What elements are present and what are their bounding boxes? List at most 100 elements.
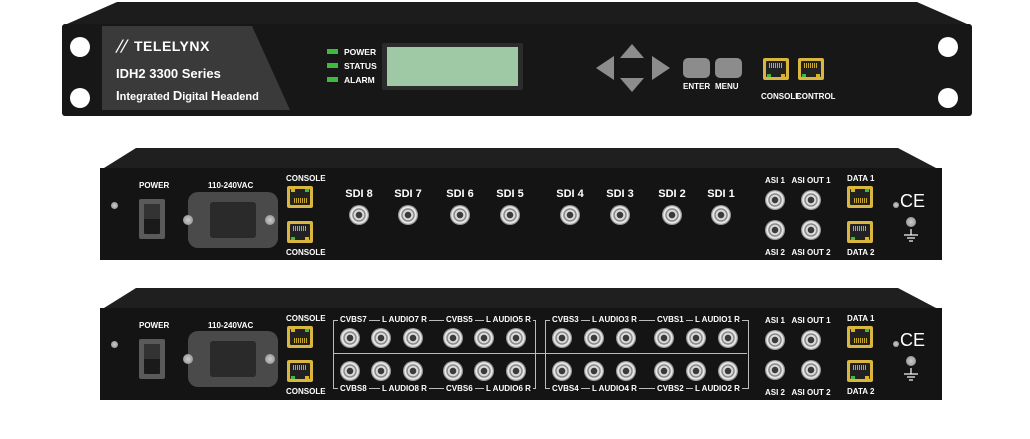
- ground-terminal: [906, 356, 916, 366]
- control-port-label: CONTROL: [796, 92, 836, 101]
- asi-out-1-connector[interactable]: [801, 190, 821, 210]
- audio2-left-connector[interactable]: [686, 361, 706, 381]
- ground-screw: [111, 202, 118, 209]
- data-1-label: DATA 1: [847, 174, 875, 183]
- enter-button-label: ENTER: [683, 82, 711, 91]
- console-port-top[interactable]: [287, 326, 313, 348]
- cvbs-label: CVBS7: [338, 315, 369, 324]
- ce-mark: CE: [900, 330, 926, 350]
- sdi-7-connector[interactable]: [398, 205, 418, 225]
- data-1-port[interactable]: [847, 186, 873, 208]
- cvbs2-connector[interactable]: [654, 361, 674, 381]
- asi-out-2-connector[interactable]: [801, 360, 821, 380]
- asi-out-2-label: ASI OUT 2: [791, 388, 831, 397]
- cvbs1-connector[interactable]: [654, 328, 674, 348]
- audio3-right-connector[interactable]: [616, 328, 636, 348]
- arrow-up-icon[interactable]: [620, 44, 644, 58]
- audio6-right-connector[interactable]: [506, 361, 526, 381]
- sdi-1-connector[interactable]: [711, 205, 731, 225]
- data-2-port[interactable]: [847, 360, 873, 382]
- audio5-right-connector[interactable]: [506, 328, 526, 348]
- audio4-right-connector[interactable]: [616, 361, 636, 381]
- sdi-3-connector[interactable]: [610, 205, 630, 225]
- data-2-label: DATA 2: [847, 248, 875, 257]
- audio7-right-connector[interactable]: [403, 328, 423, 348]
- audio-label: L AUDIO2 R: [693, 384, 742, 393]
- brand-name: TELELYNX: [134, 38, 210, 54]
- inlet-screw: [183, 354, 193, 364]
- arrow-down-icon[interactable]: [620, 78, 644, 92]
- console-port-bottom[interactable]: [287, 221, 313, 243]
- audio6-left-connector[interactable]: [474, 361, 494, 381]
- voltage-label: 110-240VAC: [208, 181, 254, 190]
- cvbs7-connector[interactable]: [340, 328, 360, 348]
- ground-icon: [904, 368, 918, 381]
- sdi-label: SDI 2: [658, 188, 686, 200]
- alarm-led: [327, 77, 338, 82]
- sdi-label: SDI 3: [606, 188, 634, 200]
- brand-logo-icon: ⧸⧸: [116, 38, 126, 54]
- enter-button[interactable]: [683, 58, 710, 78]
- power-switch[interactable]: [139, 199, 165, 239]
- audio5-left-connector[interactable]: [474, 328, 494, 348]
- cvbs3-connector[interactable]: [552, 328, 572, 348]
- sdi-8-connector[interactable]: [349, 205, 369, 225]
- cvbs6-connector[interactable]: [443, 361, 463, 381]
- audio3-left-connector[interactable]: [584, 328, 604, 348]
- navigation-pad: [596, 44, 670, 92]
- asi-out-2-connector[interactable]: [801, 220, 821, 240]
- chassis-screw: [893, 341, 899, 347]
- control-port[interactable]: [798, 58, 824, 80]
- cvbs-label: CVBS3: [550, 315, 581, 324]
- asi-1-connector[interactable]: [765, 330, 785, 350]
- ce-mark: CE: [900, 191, 926, 211]
- audio-label: L AUDIO8 R: [380, 384, 429, 393]
- audio-label: L AUDIO3 R: [590, 315, 639, 324]
- console-port-bottom[interactable]: [287, 360, 313, 382]
- console-port-top[interactable]: [287, 186, 313, 208]
- data-1-port[interactable]: [847, 326, 873, 348]
- cvbs4-connector[interactable]: [552, 361, 572, 381]
- rack-ear-hole: [70, 88, 90, 108]
- cvbs-label: CVBS2: [655, 384, 686, 393]
- av-group-frame-right: [545, 320, 749, 389]
- inlet-screw: [183, 215, 193, 225]
- asi-out-1-connector[interactable]: [801, 330, 821, 350]
- cvbs8-connector[interactable]: [340, 361, 360, 381]
- menu-button[interactable]: [715, 58, 742, 78]
- arrow-left-icon[interactable]: [596, 56, 614, 80]
- cvbs-label: CVBS1: [655, 315, 686, 324]
- cvbs5-connector[interactable]: [443, 328, 463, 348]
- console-port[interactable]: [763, 58, 789, 80]
- audio8-right-connector[interactable]: [403, 361, 423, 381]
- asi-2-connector[interactable]: [765, 360, 785, 380]
- sdi-5-connector[interactable]: [500, 205, 520, 225]
- voltage-label: 110-240VAC: [208, 321, 254, 330]
- power-led-label: POWER: [344, 47, 377, 57]
- audio-label: L AUDIO5 R: [484, 315, 533, 324]
- console-port-label: CONSOLE: [761, 92, 801, 101]
- sdi-6-connector[interactable]: [450, 205, 470, 225]
- sdi-2-connector[interactable]: [662, 205, 682, 225]
- sdi-label: SDI 8: [345, 188, 373, 200]
- menu-button-label: MENU: [715, 82, 739, 91]
- audio7-left-connector[interactable]: [371, 328, 391, 348]
- asi-2-label: ASI 2: [764, 388, 786, 397]
- audio1-left-connector[interactable]: [686, 328, 706, 348]
- ground-screw: [111, 341, 118, 348]
- audio2-right-connector[interactable]: [718, 361, 738, 381]
- asi-out-1-label: ASI OUT 1: [791, 316, 831, 325]
- audio-label: L AUDIO1 R: [693, 315, 742, 324]
- console-label-top: CONSOLE: [286, 174, 326, 183]
- arrow-right-icon[interactable]: [652, 56, 670, 80]
- asi-2-connector[interactable]: [765, 220, 785, 240]
- sdi-4-connector[interactable]: [560, 205, 580, 225]
- audio8-left-connector[interactable]: [371, 361, 391, 381]
- audio4-left-connector[interactable]: [584, 361, 604, 381]
- power-switch[interactable]: [139, 339, 165, 379]
- audio1-right-connector[interactable]: [718, 328, 738, 348]
- inlet-screw: [265, 215, 275, 225]
- console-label-top: CONSOLE: [286, 314, 326, 323]
- data-2-port[interactable]: [847, 221, 873, 243]
- asi-1-connector[interactable]: [765, 190, 785, 210]
